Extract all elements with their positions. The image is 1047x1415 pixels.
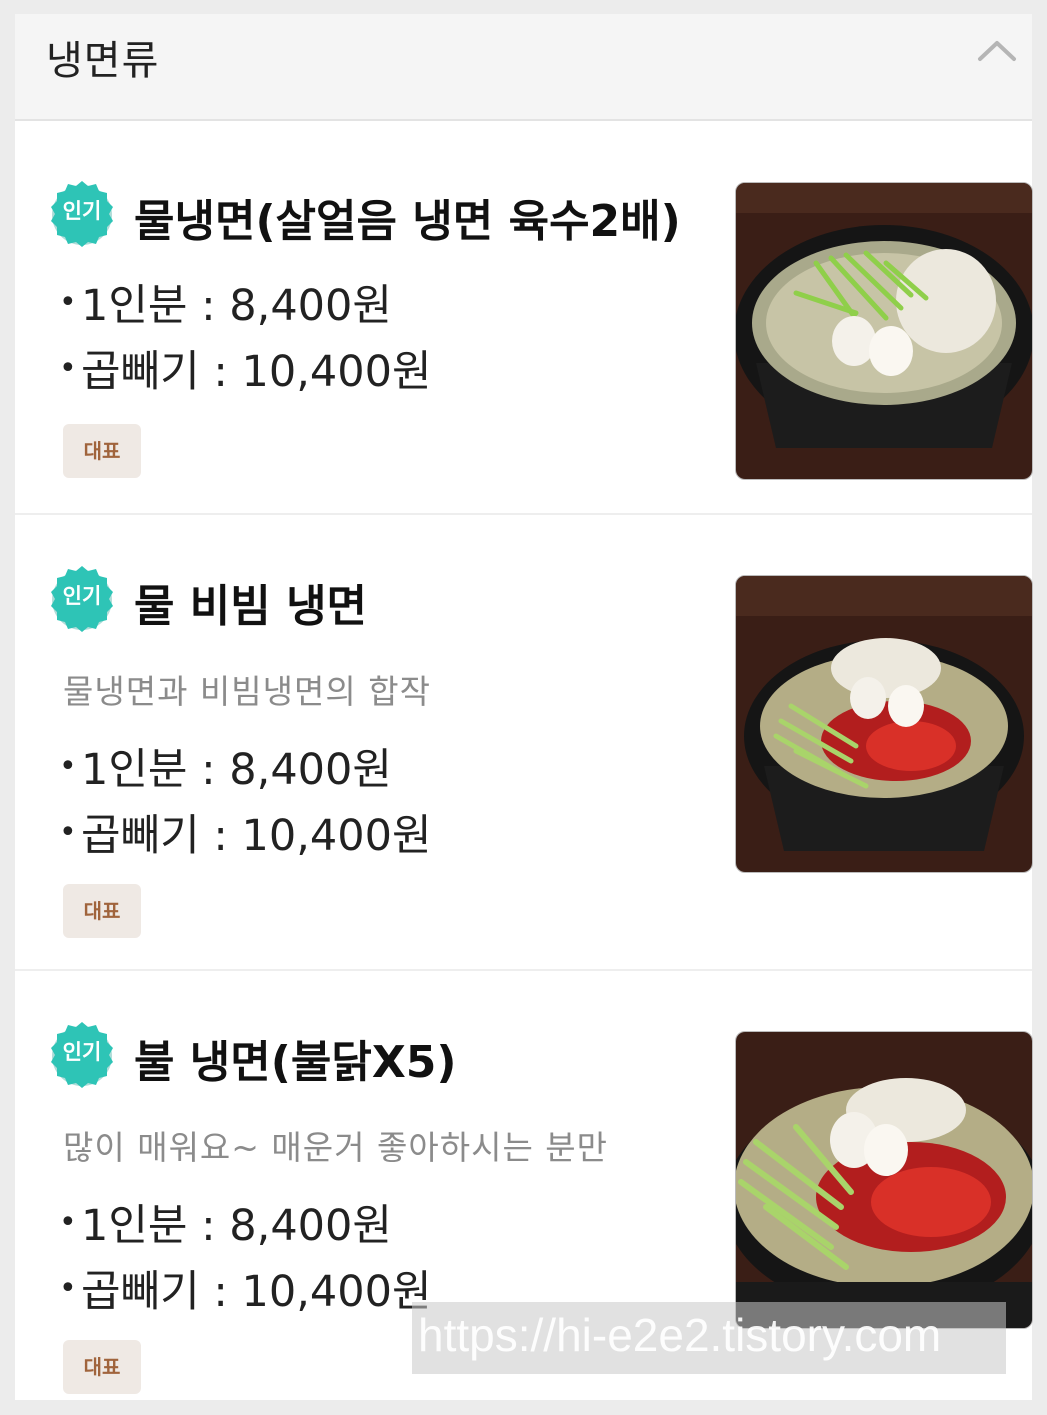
mul-naengmyeon-photo[interactable]	[735, 182, 1033, 480]
representative-tag: 대표	[63, 884, 141, 938]
item-name: 물 비빔 냉면	[134, 581, 368, 632]
price-large: •곱빼기 : 10,400원	[59, 811, 432, 861]
price-single: •1인분 : 8,400원	[59, 1201, 392, 1251]
bul-naengmyeon-photo[interactable]	[735, 1031, 1033, 1329]
menu-item[interactable]: 인기 물냉면(살얼음 냉면 육수2배) •1인분 : 8,400원 •곱빼기 :…	[15, 121, 1033, 515]
representative-tag: 대표	[63, 1340, 141, 1394]
item-name: 불 냉면(불닭X5)	[134, 1037, 457, 1088]
watermark-text: https://hi-e2e2.tistory.com	[418, 1309, 942, 1361]
price-large: •곱빼기 : 10,400원	[59, 1267, 432, 1317]
popular-badge: 인기	[47, 178, 117, 248]
item-description: 물냉면과 비빔냉면의 합작	[63, 672, 431, 711]
price-single: •1인분 : 8,400원	[59, 281, 392, 331]
category-header[interactable]: 냉면류	[15, 14, 1032, 121]
representative-tag: 대표	[63, 424, 141, 478]
chevron-up-icon[interactable]	[977, 38, 1017, 62]
watermark: https://hi-e2e2.tistory.com	[412, 1302, 1006, 1374]
menu-category-panel: 냉면류 인기 물냉면(살얼음 냉면 육수2배) •1인분 : 8,400원 •곱…	[15, 14, 1033, 1400]
mul-bibim-naengmyeon-photo[interactable]	[735, 575, 1033, 873]
popular-badge: 인기	[47, 1019, 117, 1089]
price-single: •1인분 : 8,400원	[59, 745, 392, 795]
item-name: 물냉면(살얼음 냉면 육수2배)	[134, 196, 681, 247]
popular-badge-label: 인기	[62, 584, 102, 608]
popular-badge-label: 인기	[62, 1040, 102, 1064]
price-large: •곱빼기 : 10,400원	[59, 347, 432, 397]
popular-badge: 인기	[47, 563, 117, 633]
item-description: 많이 매워요~ 매운거 좋아하시는 분만	[63, 1128, 609, 1167]
category-title: 냉면류	[46, 38, 160, 84]
popular-badge-label: 인기	[62, 199, 102, 223]
menu-item[interactable]: 인기 물 비빔 냉면 물냉면과 비빔냉면의 합작 •1인분 : 8,400원 •…	[15, 515, 1033, 971]
